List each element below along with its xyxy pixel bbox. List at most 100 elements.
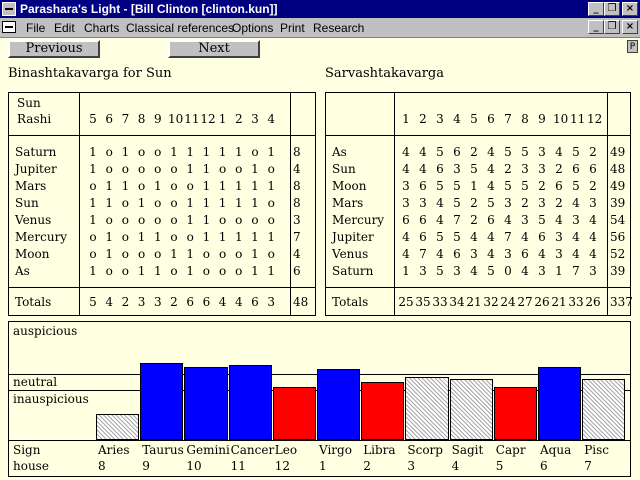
sav-cell: 3 [453, 162, 461, 176]
sav-cell: 3 [402, 179, 410, 193]
menu-edit[interactable]: Edit [54, 21, 75, 35]
sav-cell: 6 [453, 247, 461, 261]
bav-cell: 1 [202, 213, 211, 227]
sav-row-total: 48 [610, 162, 626, 176]
menu-charts[interactable]: Charts [84, 21, 119, 35]
next-button[interactable]: Next [168, 40, 260, 58]
sav-cell: 4 [572, 247, 580, 261]
sav-cell: 4 [402, 145, 410, 159]
sav-cell: 3 [555, 247, 563, 261]
sav-house-cell: 3 [436, 112, 444, 126]
sav-cell: 3 [470, 247, 478, 261]
bav-total-cell: 3 [137, 295, 146, 309]
sav-cell: 3 [538, 145, 546, 159]
sav-cell: 6 [538, 230, 546, 244]
bav-cell: 1 [153, 264, 162, 278]
bav-cell: o [218, 264, 227, 278]
strength-bar-leo [272, 387, 316, 440]
sav-cell: 5 [572, 179, 580, 193]
sign-label: Capr [495, 443, 526, 457]
bav-cell: o [251, 213, 259, 227]
sav-house-cell: 5 [470, 112, 478, 126]
bav-cell: o [186, 230, 194, 244]
bav-cell: o [170, 196, 178, 210]
bav-cell: 1 [137, 196, 146, 210]
bav-row-total: 4 [293, 162, 301, 176]
menu-file[interactable]: File [26, 21, 45, 35]
sav-cell: 5 [538, 213, 546, 227]
bav-cell: 1 [251, 179, 259, 193]
app-menu-icon[interactable] [2, 2, 16, 16]
sav-cell: 6 [453, 145, 461, 159]
sav-cell: 4 [521, 230, 529, 244]
bav-cell: o [251, 145, 259, 159]
sav-cell: 3 [504, 196, 512, 210]
bav-row-label: Moon [15, 247, 50, 261]
menu-research[interactable]: Research [313, 21, 364, 35]
sign-label: Libra [363, 443, 396, 457]
menu-bar: File Edit Charts Classical references Op… [0, 18, 640, 38]
restore-button[interactable]: ❐ [604, 2, 620, 16]
bav-cell: 1 [218, 179, 227, 193]
bav-cell: 1 [218, 196, 227, 210]
sav-cell: 7 [419, 247, 427, 261]
close-button[interactable]: × [622, 2, 638, 16]
sav-cell: 2 [555, 196, 563, 210]
bav-cell: o [267, 213, 275, 227]
print-small-button[interactable]: P [627, 40, 638, 53]
menu-classical-references[interactable]: Classical references [126, 21, 234, 35]
sign-label: Cancer [230, 443, 275, 457]
bav-rashi-cell: 8 [137, 112, 146, 126]
bav-cell: 1 [170, 247, 178, 261]
bav-cell: o [105, 162, 113, 176]
bav-row-label: Mercury [15, 230, 68, 244]
strength-bar-scorp [405, 377, 449, 440]
bav-rashi-cell: 5 [89, 112, 97, 126]
bav-cell: o [170, 230, 178, 244]
house-number: 7 [584, 459, 592, 473]
minimize-button[interactable]: _ [588, 2, 604, 16]
bav-rashi-cell: 1 [218, 112, 227, 126]
sav-total-cell: 34 [449, 295, 465, 309]
bav-cell: 1 [186, 196, 194, 210]
bav-cell: 1 [267, 264, 275, 278]
bav-cell: o [202, 247, 210, 261]
sav-row-label: Jupiter [332, 230, 374, 244]
bav-cell: o [218, 162, 227, 176]
window-title: Parashara's Light - [Bill Clinton [clint… [20, 2, 278, 16]
sav-cell: 2 [538, 179, 546, 193]
sav-table: 1 2 3 4 5 6 7 8 9 10 11 12 As 4 4 5 6 2 4 5 5 3 4 5 2 49 Sun 4 4 6 3 5 4… [325, 92, 633, 316]
bav-cell: o [137, 179, 146, 193]
sav-cell: 3 [402, 196, 410, 210]
sav-cell: 3 [419, 196, 427, 210]
menu-options[interactable]: Options [232, 21, 273, 35]
sav-row-total: 49 [610, 145, 626, 159]
menu-print[interactable]: Print [280, 21, 305, 35]
bav-cell: o [121, 230, 129, 244]
bav-cell: o [218, 213, 227, 227]
doc-close-button[interactable]: × [622, 20, 638, 34]
bav-cell: 1 [267, 145, 275, 159]
bav-total-cell: 6 [202, 295, 211, 309]
bav-cell: 1 [105, 247, 113, 261]
bav-cell: o [121, 247, 129, 261]
sav-house-cell: 12 [587, 112, 603, 126]
sav-house-cell: 2 [419, 112, 427, 126]
bav-cell: 1 [89, 145, 97, 159]
document-menu-icon[interactable] [2, 21, 16, 33]
bav-cell: 1 [89, 213, 97, 227]
title-bar: Parashara's Light - [Bill Clinton [clint… [0, 0, 640, 18]
bav-total-cell: 2 [170, 295, 178, 309]
sav-cell: 4 [487, 145, 495, 159]
sav-total-cell: 35 [415, 295, 431, 309]
doc-minimize-button[interactable]: _ [588, 20, 604, 34]
sav-cell: 6 [521, 247, 529, 261]
previous-button[interactable]: Previous [8, 40, 100, 58]
bav-cell: 1 [202, 196, 211, 210]
sav-cell: 4 [419, 145, 427, 159]
sav-house-cell: 4 [453, 112, 461, 126]
doc-restore-button[interactable]: ❐ [604, 20, 620, 34]
bav-cell: 1 [234, 179, 243, 193]
bav-cell: o [137, 213, 146, 227]
sav-cell: 3 [538, 264, 546, 278]
